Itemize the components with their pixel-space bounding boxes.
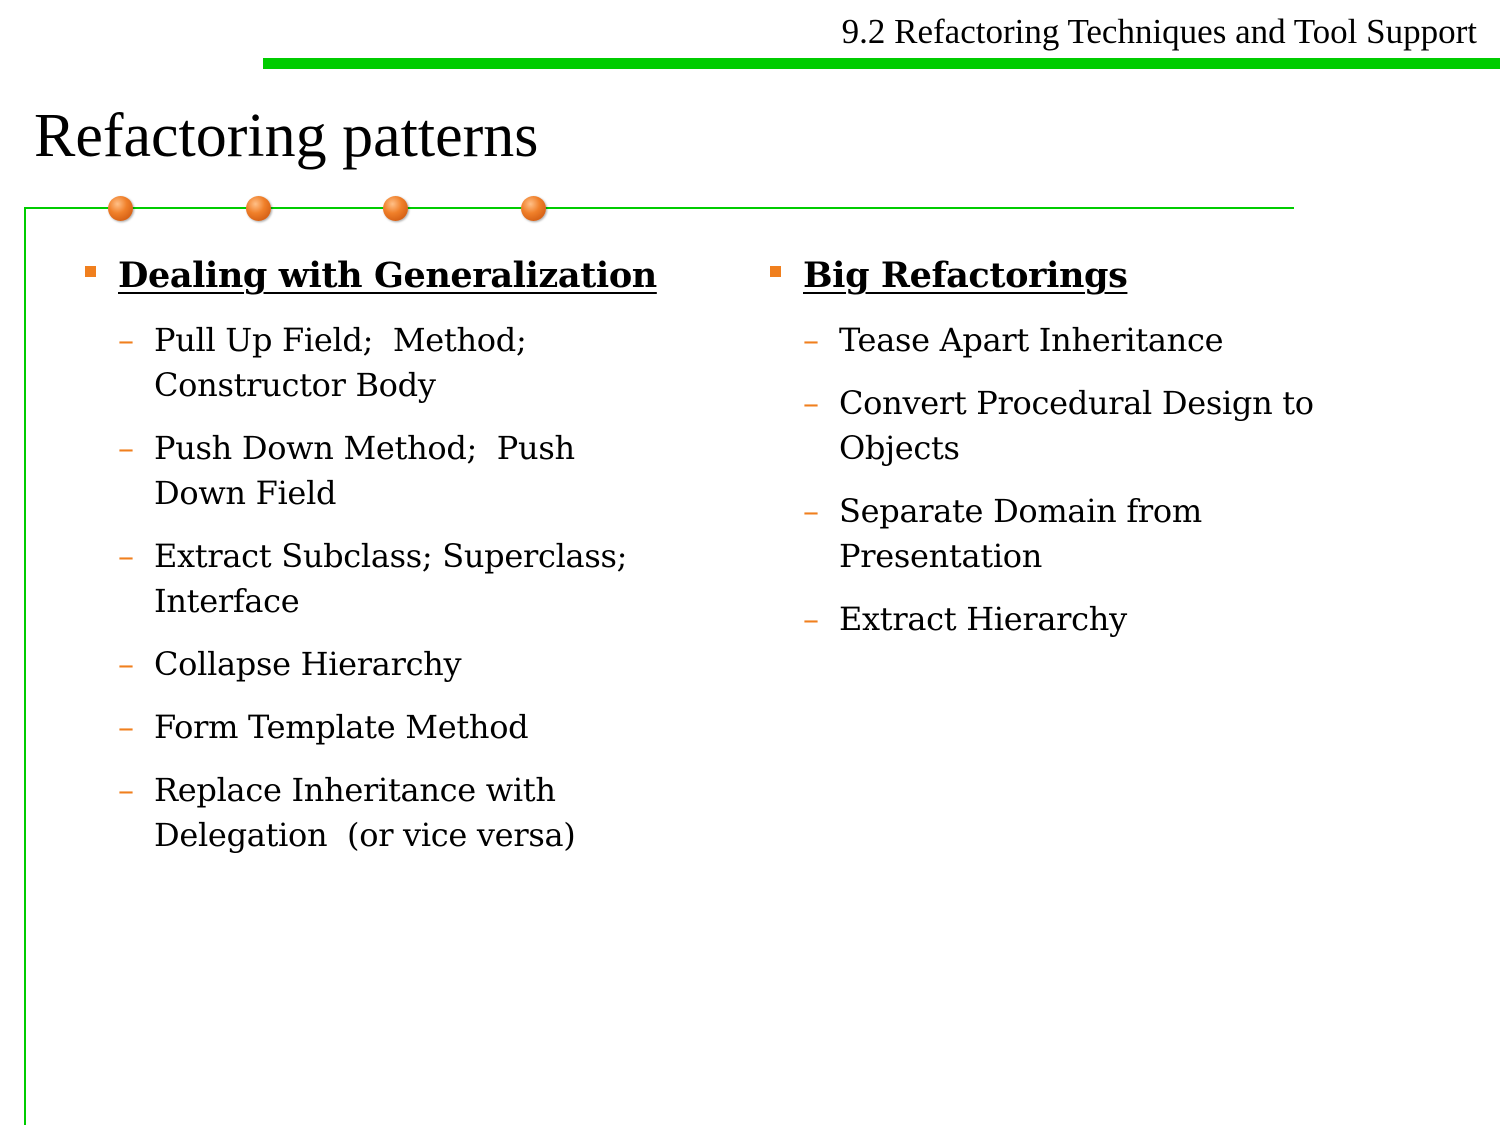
dash-bullet-icon: – [803, 384, 819, 422]
list-item: – Tease Apart Inheritance [767, 318, 1407, 363]
list-item-text: Convert Procedural Design to Objects [839, 384, 1314, 467]
orange-sphere-icon [383, 196, 408, 221]
list-item-text: Push Down Method; Push Down Field [154, 429, 575, 512]
pattern-list: – Pull Up Field; Method; Constructor Body… [82, 318, 722, 858]
orange-sphere-icon [521, 196, 546, 221]
list-item-text: Separate Domain from Presentation [839, 492, 1202, 575]
list-item-text: Tease Apart Inheritance [839, 321, 1224, 359]
list-item-text: Extract Hierarchy [839, 600, 1127, 638]
dash-bullet-icon: – [118, 429, 134, 467]
left-border-line [24, 207, 26, 1125]
list-item: – Separate Domain from Presentation [767, 489, 1407, 579]
column-heading-text: Big Refactorings [803, 255, 1128, 296]
header-accent-bar [263, 58, 1500, 69]
dash-bullet-icon: – [118, 708, 134, 746]
dash-bullet-icon: – [118, 321, 134, 359]
title-divider-line [24, 207, 1294, 209]
column-heading: Big Refactorings [767, 248, 1407, 308]
slide-title: Refactoring patterns [34, 102, 539, 170]
column-generalization: Dealing with Generalization – Pull Up Fie… [82, 248, 722, 876]
dash-bullet-icon: – [803, 492, 819, 530]
list-item-text: Extract Subclass; Superclass; Interface [154, 537, 628, 620]
list-item: – Extract Hierarchy [767, 597, 1407, 642]
list-item-text: Collapse Hierarchy [154, 645, 462, 683]
dash-bullet-icon: – [118, 645, 134, 683]
column-big-refactorings: Big Refactorings – Tease Apart Inheritanc… [767, 248, 1407, 660]
list-item: – Form Template Method [82, 705, 722, 750]
list-item: – Extract Subclass; Superclass; Interface [82, 534, 722, 624]
section-header-title: 9.2 Refactoring Techniques and Tool Supp… [841, 12, 1477, 51]
list-item: – Pull Up Field; Method; Constructor Body [82, 318, 722, 408]
orange-square-bullet-icon [770, 266, 781, 277]
list-item: – Convert Procedural Design to Objects [767, 381, 1407, 471]
pattern-list: – Tease Apart Inheritance – Convert Proced… [767, 318, 1407, 642]
list-item: – Collapse Hierarchy [82, 642, 722, 687]
list-item-text: Form Template Method [154, 708, 529, 746]
list-item: – Push Down Method; Push Down Field [82, 426, 722, 516]
dash-bullet-icon: – [118, 771, 134, 809]
orange-square-bullet-icon [85, 266, 96, 277]
list-item-text: Pull Up Field; Method; Constructor Body [154, 321, 527, 404]
column-heading: Dealing with Generalization [82, 248, 722, 308]
column-heading-text: Dealing with Generalization [118, 255, 657, 296]
list-item: – Replace Inheritance with Delegation (or… [82, 768, 722, 858]
list-item-text: Replace Inheritance with Delegation (or … [154, 771, 576, 854]
dash-bullet-icon: – [803, 600, 819, 638]
orange-sphere-icon [246, 196, 271, 221]
dash-bullet-icon: – [118, 537, 134, 575]
orange-sphere-icon [108, 196, 133, 221]
dash-bullet-icon: – [803, 321, 819, 359]
